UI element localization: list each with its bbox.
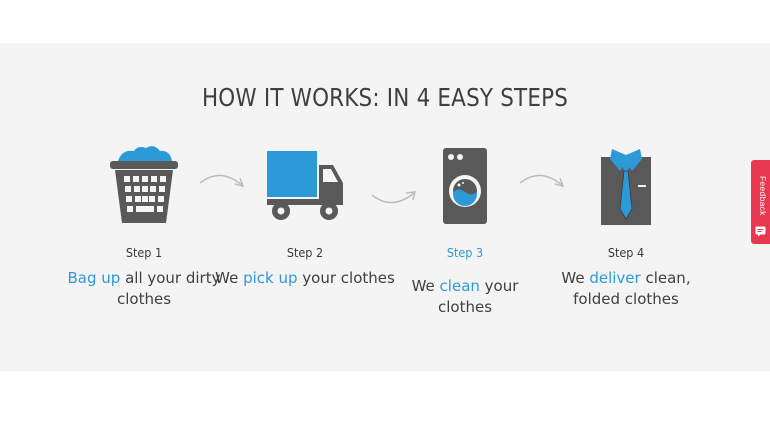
shirt-tie-icon	[601, 149, 651, 225]
delivery-truck-icon	[267, 151, 343, 220]
step-2-desc-pre: We	[215, 269, 244, 287]
step-3-desc-pre: We	[411, 277, 440, 295]
step-3-highlight: clean	[439, 277, 480, 295]
washing-machine-icon	[443, 148, 487, 224]
step-3-label: Step 3	[446, 245, 484, 260]
step-2-description: We pick up your clothes	[215, 268, 395, 289]
laundry-basket-icon	[110, 146, 178, 223]
step-1-desc-rest: all your dirty clothes	[116, 269, 221, 308]
step-2: Step 2 We pick up your clothes	[215, 149, 395, 329]
step-3-description: We clean your clothes	[395, 276, 535, 318]
step-1-label: Step 1	[125, 245, 163, 260]
step-4-highlight: deliver	[589, 269, 641, 287]
how-it-works-section: HOW IT WORKS: IN 4 EASY STEPS Step 1 Bag…	[0, 43, 770, 371]
feedback-chat-icon	[755, 226, 766, 237]
step-4-description: We deliver clean, folded clothes	[536, 268, 716, 310]
step-1-highlight: Bag up	[67, 269, 121, 287]
step-4-desc-pre: We	[561, 269, 590, 287]
step-4-label: Step 4	[607, 245, 645, 260]
section-title: HOW IT WORKS: IN 4 EASY STEPS	[201, 83, 569, 112]
step-4: Step 4 We deliver clean, folded clothes	[536, 149, 716, 329]
step-2-highlight: pick up	[243, 269, 298, 287]
feedback-label: Feedback	[758, 176, 768, 216]
step-2-label: Step 2	[286, 245, 324, 260]
feedback-button[interactable]: Feedback	[751, 160, 770, 244]
step-1-description: Bag up all your dirty clothes	[54, 268, 234, 310]
